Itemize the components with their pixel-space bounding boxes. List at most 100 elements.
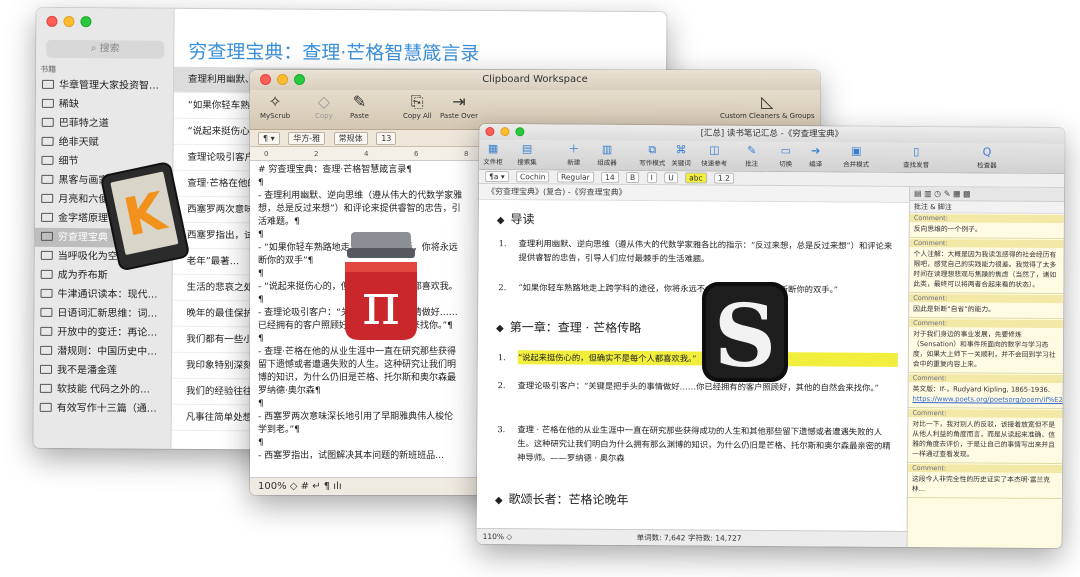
comment-card[interactable]: Comment: 这段今人非完全性的历史证实了本杰明·富兰克林... — [907, 462, 1063, 500]
toolbar-button[interactable]: ✎ 批注 — [745, 143, 758, 168]
toolbar-button[interactable]: ⧉ 写作模式 — [639, 142, 665, 167]
editor-line: 想，总是反过来想”）和评论来提供睿智的忠告，引 — [258, 204, 461, 214]
sidebar-item-book[interactable]: 我不是潘金莲 — [34, 361, 172, 381]
underline-button[interactable]: U — [664, 172, 678, 184]
comment-text: 对于我们身边的事业发展，先要修炼（Sensation）和事件所面向的数字与学习态… — [912, 329, 1056, 369]
toolbar-button[interactable]: ＋ 新建 — [567, 142, 580, 167]
toolbar-button[interactable]: ▦ 文件柜 — [483, 141, 503, 166]
section-label: 书籍 — [40, 64, 57, 74]
toolbar-icon: ⌘ — [675, 143, 687, 157]
comment-link[interactable]: https://www.poets.org/poetsorg/poem/if%E… — [913, 394, 1065, 405]
toolbar-icon: ▤ — [521, 142, 533, 156]
book-title: 稀缺 — [58, 98, 79, 111]
window-controls — [260, 74, 305, 85]
minimize-button[interactable] — [277, 74, 288, 85]
book-title: 绝非天赋 — [58, 136, 99, 149]
sidebar-item-book[interactable]: 日语词汇新思维：词… — [34, 304, 172, 324]
comment-card[interactable]: Comment: 因此是斩断“自省”的能力。 — [909, 292, 1064, 320]
toolbar-button[interactable]: ▣ 合并模式 — [843, 144, 869, 169]
book-icon — [40, 345, 53, 355]
toolbar-label: 快速参考 — [701, 159, 728, 168]
close-button[interactable] — [260, 74, 271, 85]
sidebar-item-book[interactable]: 有效写作十三篇（通… — [34, 399, 172, 419]
paragraph-style-select[interactable]: ¶ ▾ — [258, 132, 280, 145]
book-title: 穷查理宝典：查理·芒格智慧箴言录 — [188, 40, 480, 65]
word-count: 单词数: 7,642 字符数: 14,727 — [636, 533, 742, 543]
comment-card[interactable]: Comment: 英文版：If-，Rudyard Kipling, 1865-19… — [908, 372, 1065, 410]
toolbar-button[interactable]: ⌘ 关键词 — [671, 142, 691, 167]
toolbar-icon: ▣ — [851, 144, 862, 158]
comment-card[interactable]: Comment: 个人注解：大概是因为我读怎感得的社会经历有限吧，感觉自己的实践能… — [909, 237, 1064, 295]
kindle-icon: K — [101, 162, 189, 270]
zoom-select[interactable]: 110% ◇ — [483, 532, 513, 541]
list-item: 3. 查理 · 芒格在他的从业生涯中一直在研究那些获得成功的人生和其他那些留下遗憾… — [497, 422, 897, 467]
ruler-tick: 0 — [264, 150, 269, 158]
line-spacing-select[interactable]: 1.2 — [713, 172, 734, 184]
font-size-select[interactable]: 13 — [376, 132, 397, 145]
toolbar-icon: ✎ — [747, 143, 757, 157]
comment-card[interactable]: Comment: 对比一下，我对别人的反驳，该接着放宽但不是从他人利益的角度而言，… — [908, 407, 1063, 465]
comment-text: 这段今人非完全性的历史证实了本杰明·富兰克林... — [911, 474, 1051, 494]
font-select[interactable]: 华方-雅 — [288, 132, 326, 145]
font-size-select[interactable]: 14 — [601, 171, 619, 183]
toolbar-button[interactable]: ◫ 快速参考 — [701, 143, 727, 168]
inspector-panel: ▤ ▥ ◷ ✎ ▦ ▩ 批注 & 脚注 Comment: 反向思维的一个例子。 Co… — [906, 186, 1065, 549]
sidebar-item-book[interactable]: 绝非天赋 — [36, 133, 174, 153]
sidebar-item-book[interactable]: 巴菲特之道 — [36, 114, 174, 134]
minimize-button[interactable] — [63, 15, 75, 28]
sidebar-item-book[interactable]: 软技能 代码之外的… — [34, 380, 172, 400]
toolbar-button[interactable]: ▭ 切换 — [779, 143, 792, 168]
copy-icon: ◇ — [317, 92, 331, 111]
toolbar-button[interactable]: ▯ 查找发音 — [903, 144, 929, 169]
paste-label: Paste — [350, 112, 369, 120]
close-button[interactable] — [46, 15, 58, 27]
paste-button[interactable]: ✎ Paste — [350, 92, 369, 120]
zoom-button[interactable] — [80, 16, 92, 28]
status-bar: 110% ◇ 单词数: 7,642 字符数: 14,727 — [476, 527, 907, 547]
search-placeholder: 搜索 — [99, 43, 120, 55]
font-select[interactable]: Cochin — [515, 171, 550, 183]
sidebar-item-book[interactable]: 潜规则：中国历史中… — [34, 342, 172, 362]
paste-over-button[interactable]: ⇥ Paste Over — [440, 92, 478, 120]
book-icon — [41, 155, 54, 165]
sidebar-item-book[interactable]: 开放中的变迁：再论… — [34, 323, 172, 343]
editor-line: 留下遗憾或者遭遇失败的人生。这种研究让我们明 — [258, 360, 457, 370]
sidebar-item-book[interactable]: 牛津通识读本：现代… — [34, 285, 172, 305]
highlight-color-button[interactable]: abc — [685, 172, 707, 184]
comment-text: 反向思维的一个例子。 — [913, 224, 982, 234]
toolbar-label: 写作模式 — [639, 159, 666, 168]
bold-button[interactable]: B — [626, 171, 640, 184]
typeface-select[interactable]: Regular — [556, 171, 594, 183]
document-editor[interactable]: ◆ 导读 1. 查理利用幽默、逆向思维（遵从伟大的代数学家雅各比的指示：“反过来想，总… — [476, 199, 909, 531]
toolbar-button[interactable]: ▥ 组成器 — [597, 142, 617, 167]
comment-card[interactable]: Comment: 反向思维的一个例子。 — [909, 212, 1064, 240]
toolbar-button[interactable]: ▤ 搜索集 — [517, 141, 537, 166]
search-input[interactable]: ⌕ 搜索 — [46, 39, 165, 59]
italic-button[interactable]: I — [646, 172, 657, 184]
comment-label: Comment: — [909, 293, 1064, 304]
section-heading: ◆ 导读 — [497, 210, 535, 227]
copy-all-icon: ⎘ — [410, 92, 424, 111]
book-icon — [41, 98, 54, 108]
zoom-button[interactable] — [515, 127, 525, 137]
book-icon — [39, 402, 52, 412]
copy-label: Copy — [315, 112, 333, 120]
toolbar-label: 查找发音 — [903, 160, 930, 170]
zoom-button[interactable] — [294, 74, 305, 85]
typeface-select[interactable]: 常规体 — [333, 132, 368, 145]
sidebar-item-book[interactable]: 稀缺 — [36, 95, 174, 115]
close-button[interactable] — [485, 127, 495, 137]
copy-all-button[interactable]: ⎘ Copy All — [403, 92, 432, 120]
myscrub-button[interactable]: ✧ MyScrub — [260, 92, 290, 120]
toolbar-button[interactable]: Q 检查器 — [977, 144, 997, 169]
book-title: 我不是潘金莲 — [56, 364, 118, 377]
comment-card[interactable]: Comment: 对于我们身边的事业发展，先要修炼（Sensation）和事件所面… — [908, 317, 1064, 375]
custom-cleaners-button[interactable]: ◺ Custom Cleaners & Groups — [720, 92, 815, 120]
toolbar-button[interactable]: ➔ 编译 — [809, 143, 822, 168]
minimize-button[interactable] — [500, 127, 510, 137]
list-item: 1. 查理利用幽默、逆向思维（遵从伟大的代数学家雅各比的指示：“反过来想，总是反过… — [498, 236, 898, 267]
paragraph-style-select[interactable]: ¶a ▾ — [485, 171, 509, 183]
sidebar-item-book[interactable]: 华章管理大家投资智… — [36, 76, 174, 96]
item-number: 2. — [498, 282, 507, 293]
copy-button[interactable]: ◇ Copy — [315, 92, 333, 120]
